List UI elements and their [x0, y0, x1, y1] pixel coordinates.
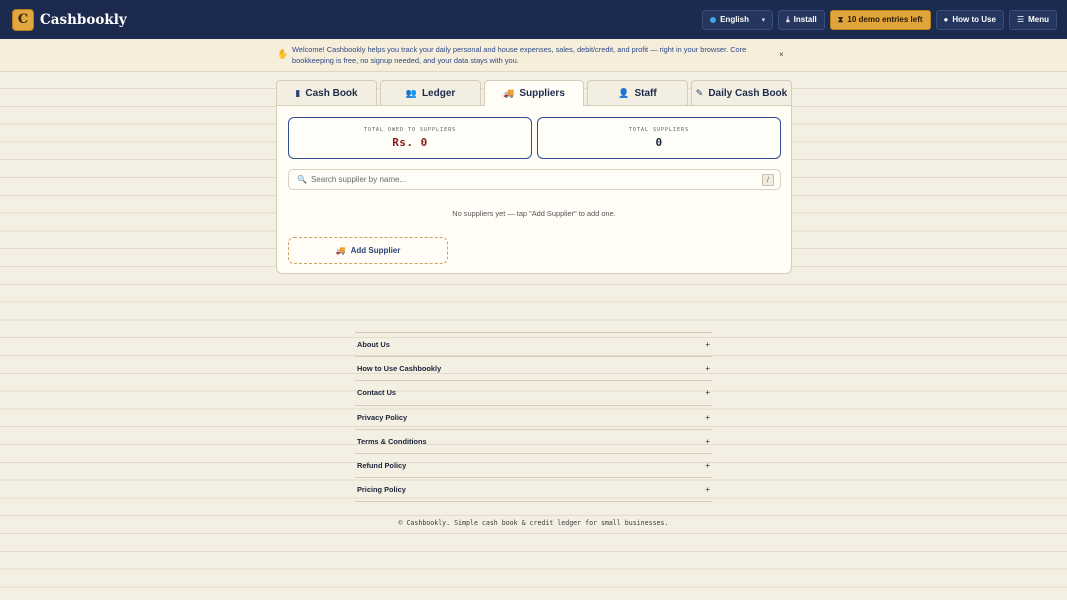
tab-bar: ▮ Cash Book 👥 Ledger 🚚 Suppliers 👤 Staff… — [276, 80, 792, 106]
hourglass-icon: ⧗ — [837, 14, 844, 24]
welcome-text: Welcome! Cashbookly helps you track your… — [292, 45, 747, 65]
total-suppliers-card: TOTAL SUPPLIERS 0 — [537, 117, 781, 159]
empty-state-message: No suppliers yet — tap "Add Supplier" to… — [452, 209, 616, 218]
supplier-search[interactable]: 🔍 / — [288, 169, 781, 190]
shortcut-key: / — [762, 174, 774, 186]
tab-staff[interactable]: 👤 Staff — [587, 80, 688, 105]
search-input[interactable] — [310, 175, 741, 184]
total-owed-label: TOTAL OWED TO SUPPLIERS — [363, 127, 457, 133]
hamburger-icon: ☰ — [1016, 14, 1025, 24]
footer-item-label: Refund Policy — [357, 461, 407, 471]
plus-icon: + — [705, 485, 710, 495]
install-button[interactable]: ⤓ Install — [778, 9, 825, 30]
tab-label: Cash Book — [305, 87, 358, 99]
footer-item-label: About Us — [357, 340, 390, 350]
language-select[interactable]: English ▾ — [702, 9, 774, 30]
footer-links: About Us + How to Use Cashbookly + Conta… — [355, 332, 712, 503]
suppliers-panel: TOTAL OWED TO SUPPLIERS Rs. 0 TOTAL SUPP… — [276, 105, 792, 274]
language-label: English — [720, 15, 749, 24]
tab-label: Suppliers — [519, 88, 565, 99]
copyright: © Cashbookly. Simple cash book & credit … — [398, 519, 669, 527]
welcome-banner: ✋ Welcome! Cashbookly helps you track yo… — [0, 39, 1067, 72]
footer-refund-policy[interactable]: Refund Policy + — [355, 454, 712, 479]
footer-about-us[interactable]: About Us + — [355, 333, 712, 358]
footer-item-label: Pricing Policy — [357, 485, 406, 495]
tab-label: Daily Cash Book — [708, 87, 788, 99]
header-actions: English ▾ ⤓ Install ⧗ 10 demo entries le… — [702, 9, 1057, 30]
logo-icon[interactable]: C — [12, 8, 34, 31]
total-owed-value: Rs. 0 — [392, 136, 428, 149]
book-icon: ▮ — [295, 87, 301, 98]
footer-item-label: Terms & Conditions — [357, 436, 427, 446]
add-supplier-label: Add Supplier — [350, 246, 401, 255]
footer-item-label: How to Use Cashbookly — [357, 364, 442, 374]
edit-icon: ✎ — [695, 87, 704, 98]
menu-label: Menu — [1028, 15, 1049, 24]
footer-item-label: Privacy Policy — [357, 412, 408, 422]
total-suppliers-label: TOTAL SUPPLIERS — [628, 127, 690, 133]
chevron-down-icon: ▾ — [761, 16, 766, 24]
plus-icon: + — [705, 412, 710, 422]
plus-icon: + — [705, 364, 710, 374]
tab-ledger[interactable]: 👥 Ledger — [380, 80, 481, 105]
plus-icon: + — [705, 461, 710, 471]
search-icon: 🔍 — [297, 175, 307, 184]
tab-suppliers[interactable]: 🚚 Suppliers — [484, 80, 584, 106]
footer-pricing-policy[interactable]: Pricing Policy + — [355, 478, 712, 503]
truck-icon: 🚚 — [335, 246, 346, 255]
menu-button[interactable]: ☰ Menu — [1008, 9, 1057, 30]
footer-terms-conditions[interactable]: Terms & Conditions + — [355, 430, 712, 454]
footer-privacy-policy[interactable]: Privacy Policy + — [355, 406, 712, 430]
download-icon: ⤓ — [786, 14, 790, 24]
demo-entries-label: 10 demo entries left — [847, 15, 923, 24]
person-icon: 👤 — [618, 87, 630, 98]
plus-icon: + — [705, 340, 710, 350]
tab-label: Ledger — [421, 87, 456, 99]
plus-icon: + — [705, 436, 710, 446]
footer-contact-us[interactable]: Contact Us + — [355, 381, 712, 406]
tab-daily-cash-book[interactable]: ✎ Daily Cash Book — [691, 80, 792, 105]
help-icon: ● — [943, 14, 949, 24]
app-name[interactable]: Cashbookly — [40, 12, 127, 28]
total-owed-card: TOTAL OWED TO SUPPLIERS Rs. 0 — [288, 117, 532, 159]
tab-cash-book[interactable]: ▮ Cash Book — [276, 80, 377, 105]
install-label: Install — [793, 15, 817, 24]
top-bar: C Cashbookly English ▾ ⤓ Install ⧗ 10 de… — [0, 0, 1067, 39]
users-icon: 👥 — [405, 87, 417, 98]
demo-entries-button[interactable]: ⧗ 10 demo entries left — [829, 9, 931, 30]
how-to-use-label: How to Use — [952, 15, 996, 24]
tab-label: Staff — [634, 87, 657, 99]
add-supplier-button[interactable]: 🚚 Add Supplier — [288, 237, 448, 264]
close-icon[interactable]: × — [779, 50, 784, 59]
how-to-use-button[interactable]: ● How to Use — [935, 9, 1004, 30]
truck-icon: 🚚 — [503, 88, 515, 98]
total-suppliers-value: 0 — [655, 136, 663, 149]
globe-icon — [710, 16, 717, 23]
footer-how-to-use[interactable]: How to Use Cashbookly + — [355, 357, 712, 382]
plus-icon: + — [705, 388, 710, 398]
footer-item-label: Contact Us — [357, 388, 397, 398]
wave-hand-icon: ✋ — [277, 49, 289, 59]
